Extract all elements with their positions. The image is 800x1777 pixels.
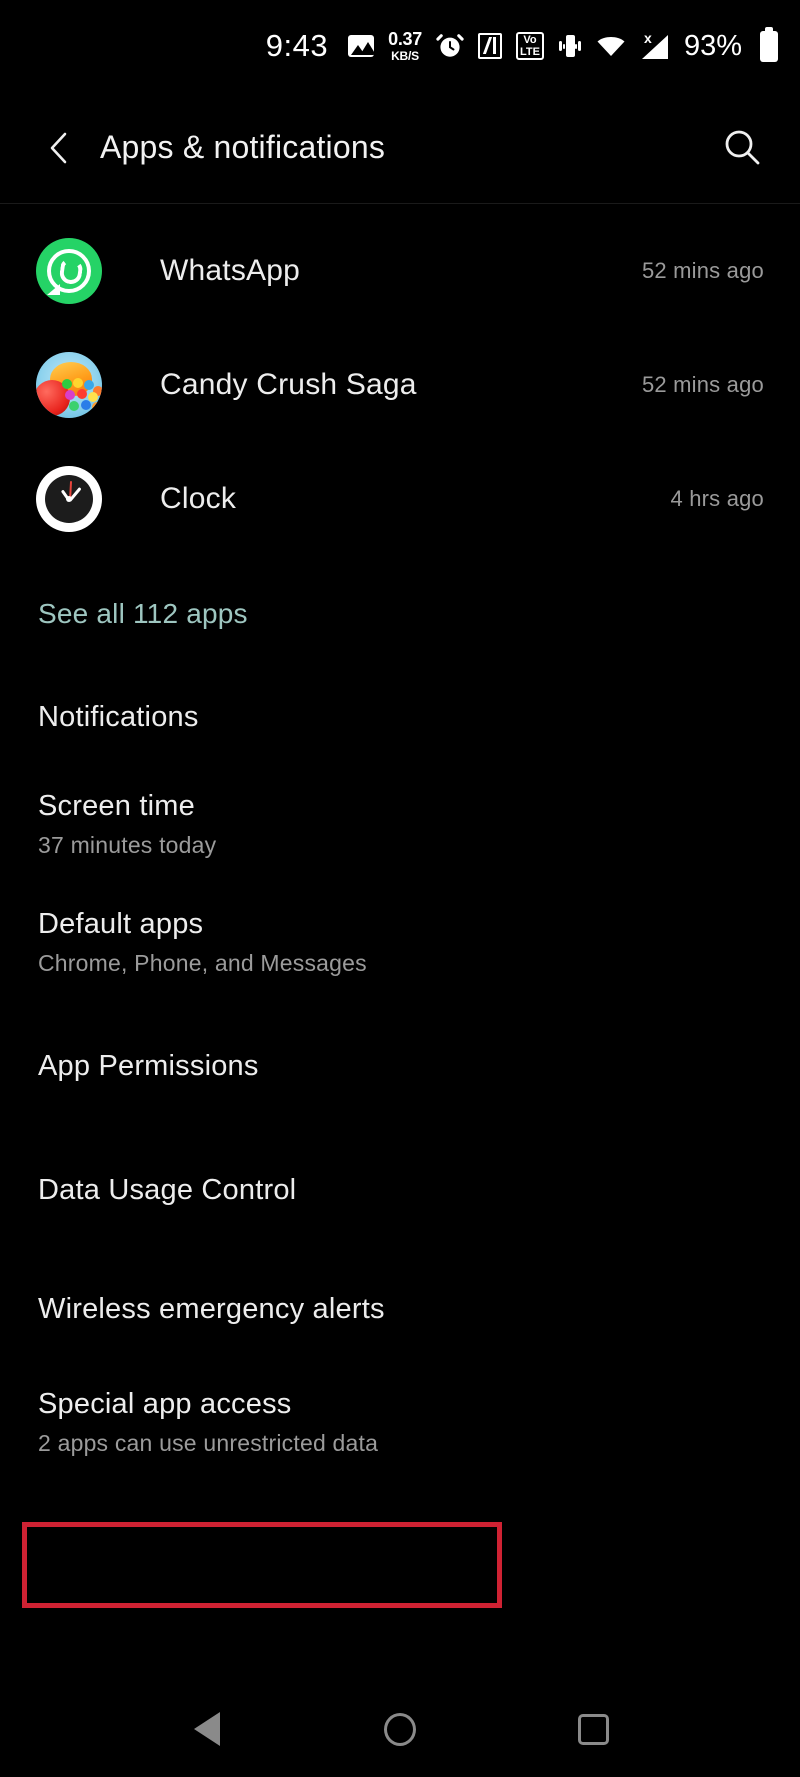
- volte-icon: Vo LTE: [515, 32, 544, 60]
- settings-item-wireless-emergency-alerts[interactable]: Wireless emergency alerts: [0, 1250, 800, 1370]
- data-speed-value: 0.37: [388, 29, 422, 49]
- back-triangle-icon: [193, 1712, 220, 1746]
- settings-item-notifications[interactable]: Notifications: [0, 670, 800, 766]
- app-row-candy-crush-saga[interactable]: Candy Crush Saga 52 mins ago: [0, 328, 800, 442]
- back-button[interactable]: [38, 126, 82, 170]
- app-row-whatsapp[interactable]: WhatsApp 52 mins ago: [0, 214, 800, 328]
- vibrate-icon: [558, 33, 582, 59]
- back-chevron-icon: [50, 132, 67, 163]
- settings-item-default-apps[interactable]: Default apps Chrome, Phone, and Messages: [0, 884, 800, 1002]
- candy-crush-icon: [36, 352, 102, 418]
- see-all-apps-link[interactable]: See all 112 apps: [0, 556, 800, 670]
- app-bar: Apps & notifications: [0, 92, 800, 204]
- nav-recents-button[interactable]: [558, 1694, 628, 1764]
- nav-home-button[interactable]: [365, 1694, 435, 1764]
- settings-item-subtitle: 2 apps can use unrestricted data: [38, 1429, 379, 1456]
- data-speed-unit: KB/S: [391, 49, 419, 63]
- settings-item-title: Data Usage Control: [38, 1174, 297, 1207]
- recent-apps-list: WhatsApp 52 mins ago Candy Crush Saga 52…: [0, 204, 800, 556]
- search-button[interactable]: [714, 120, 770, 176]
- data-speed-icon: 0.37 KB/S: [388, 30, 422, 62]
- search-icon: [725, 130, 760, 164]
- status-bar: 9:43 0.37 KB/S Vo LTE x 93%: [0, 0, 800, 92]
- settings-item-subtitle: 37 minutes today: [38, 832, 217, 859]
- settings-list: Notifications Screen time 37 minutes tod…: [0, 670, 800, 1475]
- app-row-clock[interactable]: Clock 4 hrs ago: [0, 442, 800, 556]
- settings-item-title: Screen time: [38, 790, 195, 823]
- settings-item-subtitle: Chrome, Phone, and Messages: [38, 950, 367, 977]
- alarm-icon: [436, 32, 464, 60]
- clock-icon: [36, 466, 102, 532]
- cellular-signal-icon: x: [640, 31, 668, 59]
- settings-item-title: Notifications: [38, 701, 199, 734]
- status-time: 9:43: [265, 28, 329, 63]
- whatsapp-icon: [36, 238, 102, 304]
- settings-item-app-permissions[interactable]: App Permissions: [0, 1002, 800, 1132]
- settings-item-title: Special app access: [38, 1387, 292, 1420]
- home-circle-icon: [383, 1712, 416, 1746]
- volte-top-label: Vo: [523, 33, 537, 46]
- settings-item-title: Wireless emergency alerts: [38, 1293, 385, 1326]
- app-name: Clock: [160, 482, 237, 515]
- battery-percent-label: 93%: [683, 29, 742, 62]
- recents-square-icon: [577, 1713, 609, 1745]
- app-name: WhatsApp: [160, 254, 300, 287]
- nav-back-button[interactable]: [172, 1694, 242, 1764]
- navigation-bar: [0, 1681, 800, 1777]
- nfc-icon: [477, 33, 502, 59]
- app-name: Candy Crush Saga: [160, 368, 417, 401]
- app-last-used: 4 hrs ago: [670, 486, 764, 511]
- page-title: Apps & notifications: [100, 129, 386, 165]
- settings-item-screen-time[interactable]: Screen time 37 minutes today: [0, 766, 800, 884]
- image-icon: [348, 35, 375, 57]
- battery-icon: [756, 26, 778, 62]
- settings-item-special-app-access[interactable]: Special app access 2 apps can use unrest…: [0, 1370, 800, 1475]
- settings-item-title: Default apps: [38, 908, 204, 941]
- settings-item-data-usage-control[interactable]: Data Usage Control: [0, 1132, 800, 1250]
- wifi-icon: [596, 34, 626, 58]
- volte-bottom-label: LTE: [519, 45, 540, 58]
- app-last-used: 52 mins ago: [641, 372, 764, 397]
- annotation-highlight-box: [22, 1522, 502, 1608]
- settings-item-title: App Permissions: [38, 1050, 259, 1083]
- app-last-used: 52 mins ago: [641, 258, 764, 283]
